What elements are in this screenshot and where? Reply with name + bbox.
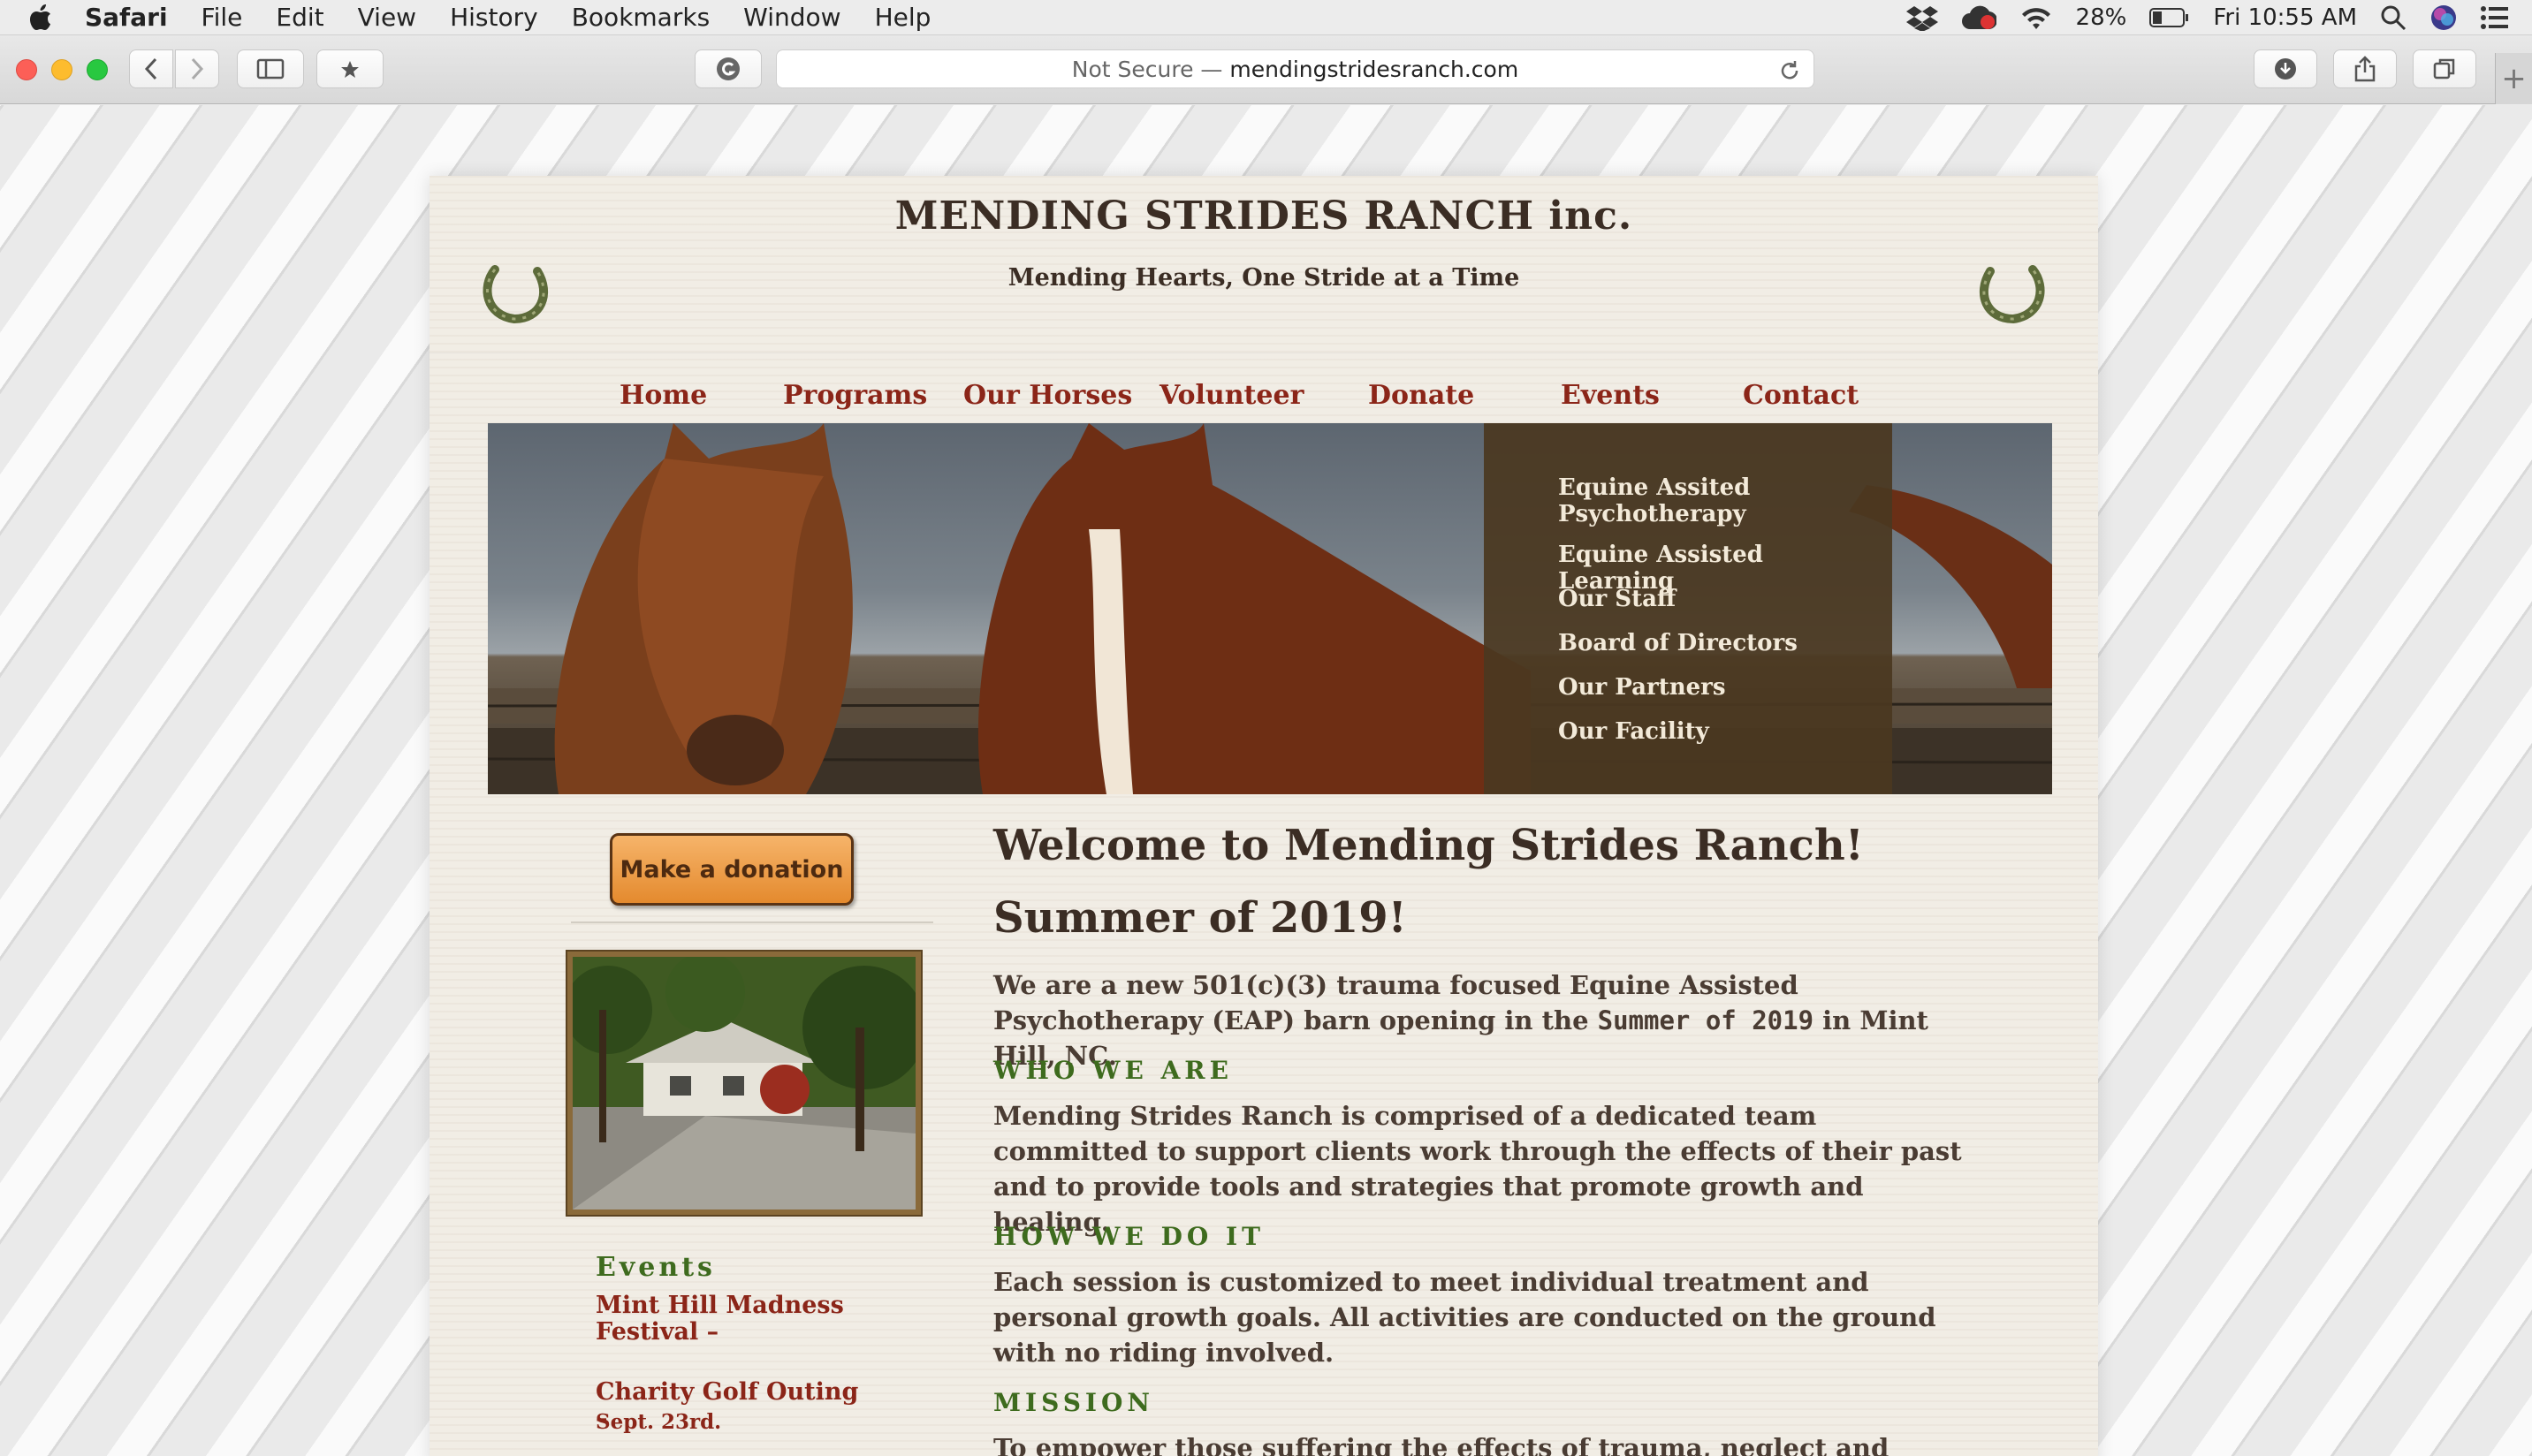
extension-button[interactable] <box>695 49 762 88</box>
star-icon <box>341 61 359 78</box>
site-container: MENDING STRIDES RANCH inc. Mending Heart… <box>430 176 2098 1456</box>
spotlight-search-icon[interactable] <box>2380 4 2407 31</box>
dropdown-item-our-staff[interactable]: Our Staff <box>1558 586 1867 612</box>
menu-bookmarks[interactable]: Bookmarks <box>572 3 710 32</box>
events-heading: Events <box>596 1252 716 1283</box>
menu-history[interactable]: History <box>450 3 538 32</box>
dropdown-item-our-partners[interactable]: Our Partners <box>1558 674 1867 701</box>
wifi-icon[interactable] <box>2019 4 2053 31</box>
chevron-left-icon <box>144 57 157 80</box>
how-we-do-it-heading: HOW WE DO IT <box>993 1222 1265 1251</box>
welcome-heading: Welcome to Mending Strides Ranch! <box>993 821 1864 870</box>
top-sites-button[interactable] <box>316 49 384 88</box>
minimize-window-button[interactable] <box>51 59 72 80</box>
dropbox-icon[interactable] <box>1905 4 1938 31</box>
forward-button[interactable] <box>175 49 219 88</box>
site-tagline: Mending Hearts, One Stride at a Time <box>1007 264 1520 292</box>
new-tab-button[interactable]: + <box>2495 53 2532 104</box>
make-donation-button[interactable]: Make a donation <box>610 833 854 906</box>
event-charity-golf-date: Sept. 23rd. <box>596 1410 722 1434</box>
site-header: MENDING STRIDES RANCH inc. Mending Heart… <box>430 176 2098 353</box>
main-navigation: Home Programs Our Horses Volunteer Donat… <box>430 353 2098 423</box>
clock[interactable]: Fri 10:55 AM <box>2213 4 2357 31</box>
siri-icon[interactable] <box>2429 4 2458 32</box>
menu-window[interactable]: Window <box>743 3 840 32</box>
menu-help[interactable]: Help <box>875 3 931 32</box>
who-we-are-text: Mending Strides Ranch is comprised of a … <box>993 1101 1962 1237</box>
nav-home[interactable]: Home <box>620 380 707 411</box>
battery-percent: 28% <box>2075 4 2127 31</box>
nav-events[interactable]: Events <box>1561 380 1660 411</box>
share-button[interactable] <box>2333 49 2397 88</box>
mission-text: To empower those suffering the effects o… <box>993 1433 1889 1456</box>
nav-donate[interactable]: Donate <box>1368 380 1474 411</box>
how-we-do-it-text: Each session is customized to meet indiv… <box>993 1267 1936 1368</box>
apple-menu-icon[interactable] <box>23 0 58 35</box>
security-label: Not Secure — <box>1071 56 1223 82</box>
chevron-right-icon <box>191 57 204 80</box>
menu-file[interactable]: File <box>201 3 243 32</box>
nav-programs[interactable]: Programs <box>783 380 927 411</box>
event-mint-hill-madness[interactable]: Mint Hill Madness Festival – <box>596 1293 878 1346</box>
tab-overview-button[interactable] <box>2413 49 2476 88</box>
nav-our-horses[interactable]: Our Horses <box>963 380 1132 411</box>
share-icon <box>2354 56 2376 82</box>
reload-icon[interactable] <box>1778 59 1801 82</box>
url-domain: mendingstridesranch.com <box>1229 56 1519 82</box>
ranch-house-photo[interactable] <box>567 952 921 1215</box>
programs-dropdown-menu: Equine Assited Psychotherapy Equine Assi… <box>1484 423 1892 794</box>
zoom-window-button[interactable] <box>87 59 108 80</box>
site-title[interactable]: MENDING STRIDES RANCH inc. <box>430 193 2098 239</box>
sidebar-icon <box>256 58 285 80</box>
sidebar-toggle-button[interactable] <box>237 49 304 88</box>
nav-contact[interactable]: Contact <box>1743 380 1859 411</box>
nav-volunteer[interactable]: Volunteer <box>1160 380 1304 411</box>
tabs-icon <box>2433 58 2455 80</box>
address-bar[interactable]: Not Secure — mendingstridesranch.com <box>776 49 1814 88</box>
download-icon <box>2275 58 2296 80</box>
notification-center-icon[interactable] <box>2481 5 2509 30</box>
dropdown-item-our-facility[interactable]: Our Facility <box>1558 718 1867 745</box>
menu-app-safari[interactable]: Safari <box>85 3 168 32</box>
plus-icon: + <box>2501 61 2527 96</box>
battery-icon[interactable] <box>2149 6 2190 29</box>
menu-view[interactable]: View <box>358 3 416 32</box>
grammarly-icon <box>717 57 740 80</box>
downloads-button[interactable] <box>2254 49 2317 88</box>
macos-menu-bar: Safari File Edit View History Bookmarks … <box>0 0 2532 35</box>
summer-heading: Summer of 2019! <box>993 893 1407 943</box>
browser-toolbar: Not Secure — mendingstridesranch.com <box>0 35 2532 104</box>
sidebar-divider <box>571 921 933 923</box>
web-viewport: MENDING STRIDES RANCH inc. Mending Heart… <box>0 105 2532 1456</box>
mission-heading: MISSION <box>993 1388 1154 1417</box>
menu-edit[interactable]: Edit <box>276 3 323 32</box>
close-window-button[interactable] <box>16 59 37 80</box>
dropdown-item-equine-assisted-psychotherapy[interactable]: Equine Assited Psychotherapy <box>1558 474 1867 527</box>
who-we-are-heading: WHO WE ARE <box>993 1056 1233 1085</box>
back-button[interactable] <box>129 49 173 88</box>
creative-cloud-icon[interactable] <box>1961 4 1996 31</box>
intro-text-summer: Summer of 2019 <box>1597 1005 1814 1035</box>
dropdown-item-board-of-directors[interactable]: Board of Directors <box>1558 630 1867 656</box>
